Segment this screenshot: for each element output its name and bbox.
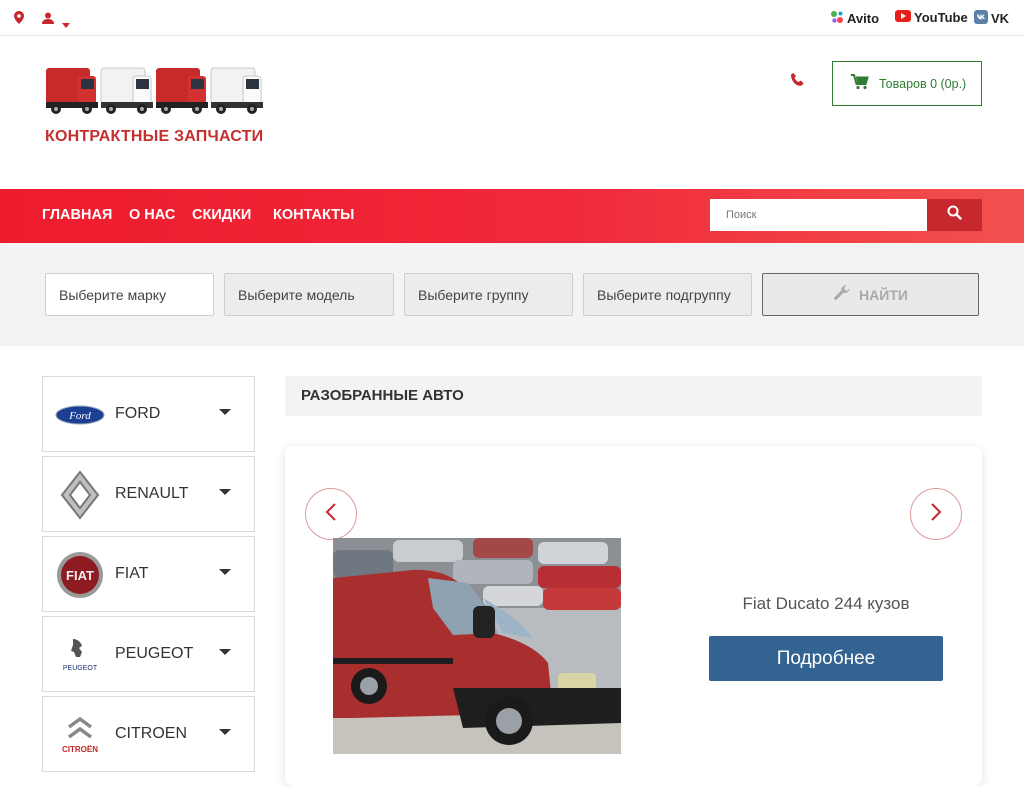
search-input[interactable] <box>710 199 927 231</box>
svg-text:CITROËN: CITROËN <box>62 745 98 754</box>
dismantled-cars-slider: Fiat Ducato 244 кузов Подробнее <box>285 446 982 786</box>
find-button[interactable]: НАЙТИ <box>762 273 979 316</box>
peugeot-logo-icon: PEUGEOT <box>55 630 105 680</box>
brand-name: FORD <box>115 405 161 422</box>
svg-text:Ford: Ford <box>68 410 91 422</box>
cart-button[interactable]: Товаров 0 (0р.) <box>832 61 982 106</box>
parts-filter-bar: Выберите марку Выберите модель Выберите … <box>0 243 1024 346</box>
car-title: Fiat Ducato 244 кузов <box>742 594 910 613</box>
chevron-down-icon[interactable] <box>219 649 231 655</box>
make-select[interactable]: Выберите марку <box>45 273 214 316</box>
brand-name: PEUGEOT <box>115 645 194 662</box>
brand-name: FIAT <box>115 565 149 582</box>
cart-summary: Товаров 0 (0р.) <box>879 76 967 91</box>
chevron-down-icon[interactable] <box>219 489 231 495</box>
youtube-icon <box>895 10 911 25</box>
nav-item-contacts[interactable]: КОНТАКТЫ <box>273 207 354 223</box>
brand-item-citroen[interactable]: CITROËN CITROEN <box>42 696 255 772</box>
search-button[interactable] <box>927 199 982 231</box>
model-select[interactable]: Выберите модель <box>224 273 394 316</box>
brand-item-renault[interactable]: RENAULT <box>42 456 255 532</box>
brand-item-ford[interactable]: Ford FORD <box>42 376 255 452</box>
youtube-label: YouTube <box>914 10 968 25</box>
chevron-down-icon[interactable] <box>62 15 70 33</box>
car-photo[interactable] <box>333 538 621 754</box>
slider-prev-button[interactable] <box>305 488 357 540</box>
find-label: НАЙТИ <box>859 286 908 303</box>
user-icon[interactable] <box>42 11 54 29</box>
svg-text:FIAT: FIAT <box>66 568 94 583</box>
chevron-down-icon[interactable] <box>219 409 231 415</box>
vk-label: VK <box>991 11 1010 26</box>
citroen-logo-icon: CITROËN <box>55 710 105 760</box>
ford-logo-icon: Ford <box>55 390 105 440</box>
avito-icon <box>830 10 844 27</box>
shopping-cart-icon <box>851 74 869 93</box>
subgroup-select[interactable]: Выберите подгруппу <box>583 273 752 316</box>
group-select[interactable]: Выберите группу <box>404 273 573 316</box>
vk-icon <box>974 10 988 27</box>
chevron-left-icon <box>325 502 337 527</box>
chevron-right-icon <box>930 502 942 527</box>
fiat-logo-icon: FIAT <box>55 550 105 600</box>
avito-label: Avito <box>847 11 880 26</box>
youtube-link[interactable]: YouTube <box>895 10 968 25</box>
svg-text:PEUGEOT: PEUGEOT <box>63 665 98 672</box>
brand-name: CITROEN <box>115 725 187 742</box>
top-bar: Avito YouTube VK <box>0 0 1024 36</box>
main-navbar: ГЛАВНАЯ О НАС СКИДКИ КОНТАКТЫ <box>0 189 1024 243</box>
slider-next-button[interactable] <box>910 488 962 540</box>
nav-item-about[interactable]: О НАС <box>129 207 175 223</box>
section-title: РАЗОБРАННЫЕ АВТО <box>285 376 982 416</box>
details-button[interactable]: Подробнее <box>709 636 943 681</box>
chevron-down-icon[interactable] <box>219 729 231 735</box>
logo-vans-image[interactable] <box>44 62 264 118</box>
nav-item-discounts[interactable]: СКИДКИ <box>192 207 251 223</box>
chevron-down-icon[interactable] <box>219 569 231 575</box>
avito-link[interactable]: Avito <box>830 10 879 27</box>
vk-link[interactable]: VK <box>974 10 1009 27</box>
brand-name: RENAULT <box>115 485 189 502</box>
brand-item-fiat[interactable]: FIAT FIAT <box>42 536 255 612</box>
nav-item-home[interactable]: ГЛАВНАЯ <box>42 207 112 223</box>
wrench-icon <box>833 284 851 305</box>
phone-icon[interactable] <box>790 72 806 93</box>
site-brand-title[interactable]: КОНТРАКТНЫЕ ЗАПЧАСТИ <box>45 128 263 146</box>
renault-logo-icon <box>55 470 105 520</box>
map-marker-icon[interactable] <box>14 11 24 29</box>
search-icon <box>947 205 962 225</box>
brand-item-peugeot[interactable]: PEUGEOT PEUGEOT <box>42 616 255 692</box>
